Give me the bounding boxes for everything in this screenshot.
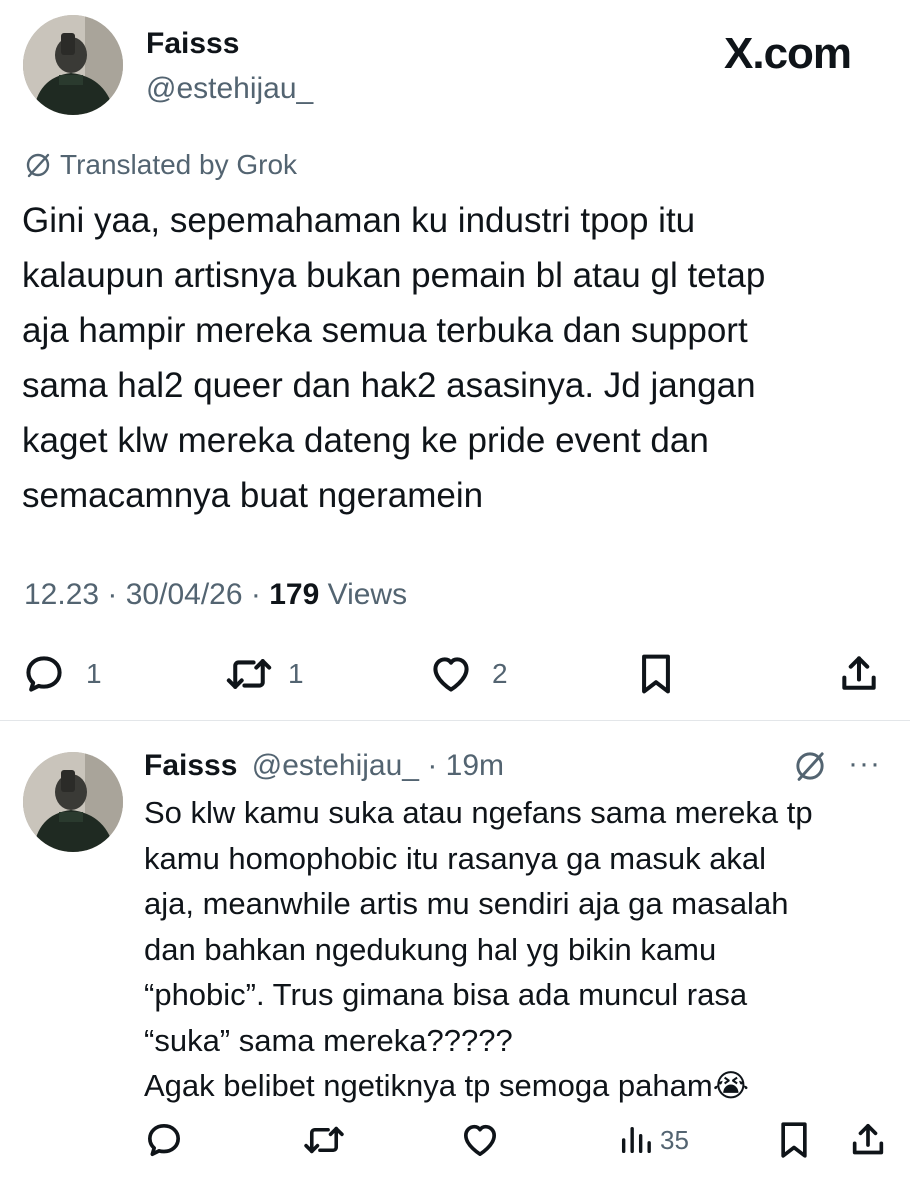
tweet-text-line: Gini yaa, sepemahaman ku industri tpop i… (22, 201, 696, 240)
reply-text-line: Agak belibet ngetiknya tp semoga paham😭 (144, 1068, 749, 1103)
tweet-text-line: kaget klw mereka dateng ke pride event d… (22, 421, 709, 460)
repost-icon (304, 1126, 344, 1154)
reply-text-line: aja, meanwhile artis mu sendiri aja ga m… (144, 886, 789, 921)
heart-icon (464, 1124, 496, 1156)
tweet-text-line: sama hal2 queer dan hak2 asasinya. Jd ja… (22, 366, 756, 405)
views-chart-icon (621, 1126, 651, 1154)
grok-icon (796, 752, 824, 781)
share-icon (842, 656, 876, 690)
share-button[interactable] (835, 650, 883, 698)
views-button[interactable]: 35 (618, 1120, 689, 1160)
reply-time[interactable]: · 19m (419, 749, 504, 782)
tweet-text-line: kalaupun artisnya bukan pemain bl atau g… (22, 256, 766, 295)
grok-translate-button[interactable] (790, 748, 830, 784)
reply-reply-button[interactable] (142, 1120, 186, 1160)
reply-author-handle[interactable]: @estehijau_ (252, 749, 419, 782)
meta-separator: · (99, 578, 126, 611)
reply-bookmark-button[interactable] (774, 1120, 814, 1160)
reply-text: So klw kamu suka atau ngefans sama merek… (144, 790, 904, 1109)
reply-text-line: So klw kamu suka atau ngefans sama merek… (144, 795, 813, 830)
share-icon (852, 1124, 884, 1155)
avatar-photo (23, 15, 123, 115)
translation-row[interactable]: Translated by Grok (24, 147, 297, 183)
reply-author-name[interactable]: Faisss (144, 749, 237, 782)
like-button[interactable]: 2 (428, 652, 508, 696)
reply-share-button[interactable] (846, 1118, 890, 1162)
tweet-date[interactable]: 30/04/26 (126, 578, 243, 611)
bookmark-icon (642, 654, 670, 694)
tweet-text-line: aja hampir mereka semua terbuka dan supp… (22, 311, 748, 350)
reply-avatar[interactable] (23, 752, 123, 852)
tweet-meta: 12.23 · 30/04/26 · 179 Views (24, 576, 407, 614)
reply-text-line: dan bahkan ngedukung hal yg bikin kamu (144, 931, 717, 967)
views-count: 35 (660, 1124, 689, 1155)
tweet-time[interactable]: 12.23 (24, 578, 99, 611)
author-name[interactable]: Faisss (146, 25, 239, 63)
divider (0, 720, 910, 721)
repost-count: 1 (288, 658, 304, 689)
heart-icon (433, 657, 469, 692)
tweet-text-line: semacamnya buat ngeramein (22, 476, 484, 515)
reply-text-line: “phobic”. Trus gimana bisa ada muncul ra… (144, 977, 748, 1012)
more-options-button[interactable]: ··· (848, 744, 881, 784)
avatar[interactable] (23, 15, 123, 115)
repost-icon (226, 659, 272, 689)
reply-icon (148, 1124, 181, 1156)
translation-label: Translated by Grok (60, 149, 298, 180)
bookmark-icon (781, 1122, 807, 1158)
author-handle[interactable]: @estehijau_ (146, 70, 313, 108)
reply-text-line: “suka” sama mereka????? (144, 1022, 513, 1058)
x-brand-logo: X.com (724, 29, 852, 78)
like-count: 2 (492, 658, 508, 689)
reply-repost-button[interactable] (300, 1120, 348, 1160)
repost-button[interactable]: 1 (224, 652, 304, 696)
reply-like-button[interactable] (458, 1120, 502, 1160)
reply-text-line: kamu homophobic itu rasanya ga masuk aka… (144, 840, 767, 876)
reply-icon (26, 656, 62, 692)
bookmark-button[interactable] (634, 652, 678, 696)
grok-icon (26, 153, 50, 178)
tweet-text: Gini yaa, sepemahaman ku industri tpop i… (22, 193, 902, 523)
meta-separator: · (242, 578, 270, 611)
reply-header: Faisss @estehijau_ · 19m (144, 746, 504, 786)
reply-button[interactable]: 1 (22, 652, 102, 696)
views-count: 179 (269, 578, 320, 611)
views-label: Views (319, 578, 408, 611)
reply-count: 1 (86, 658, 102, 689)
avatar-photo (23, 752, 123, 852)
